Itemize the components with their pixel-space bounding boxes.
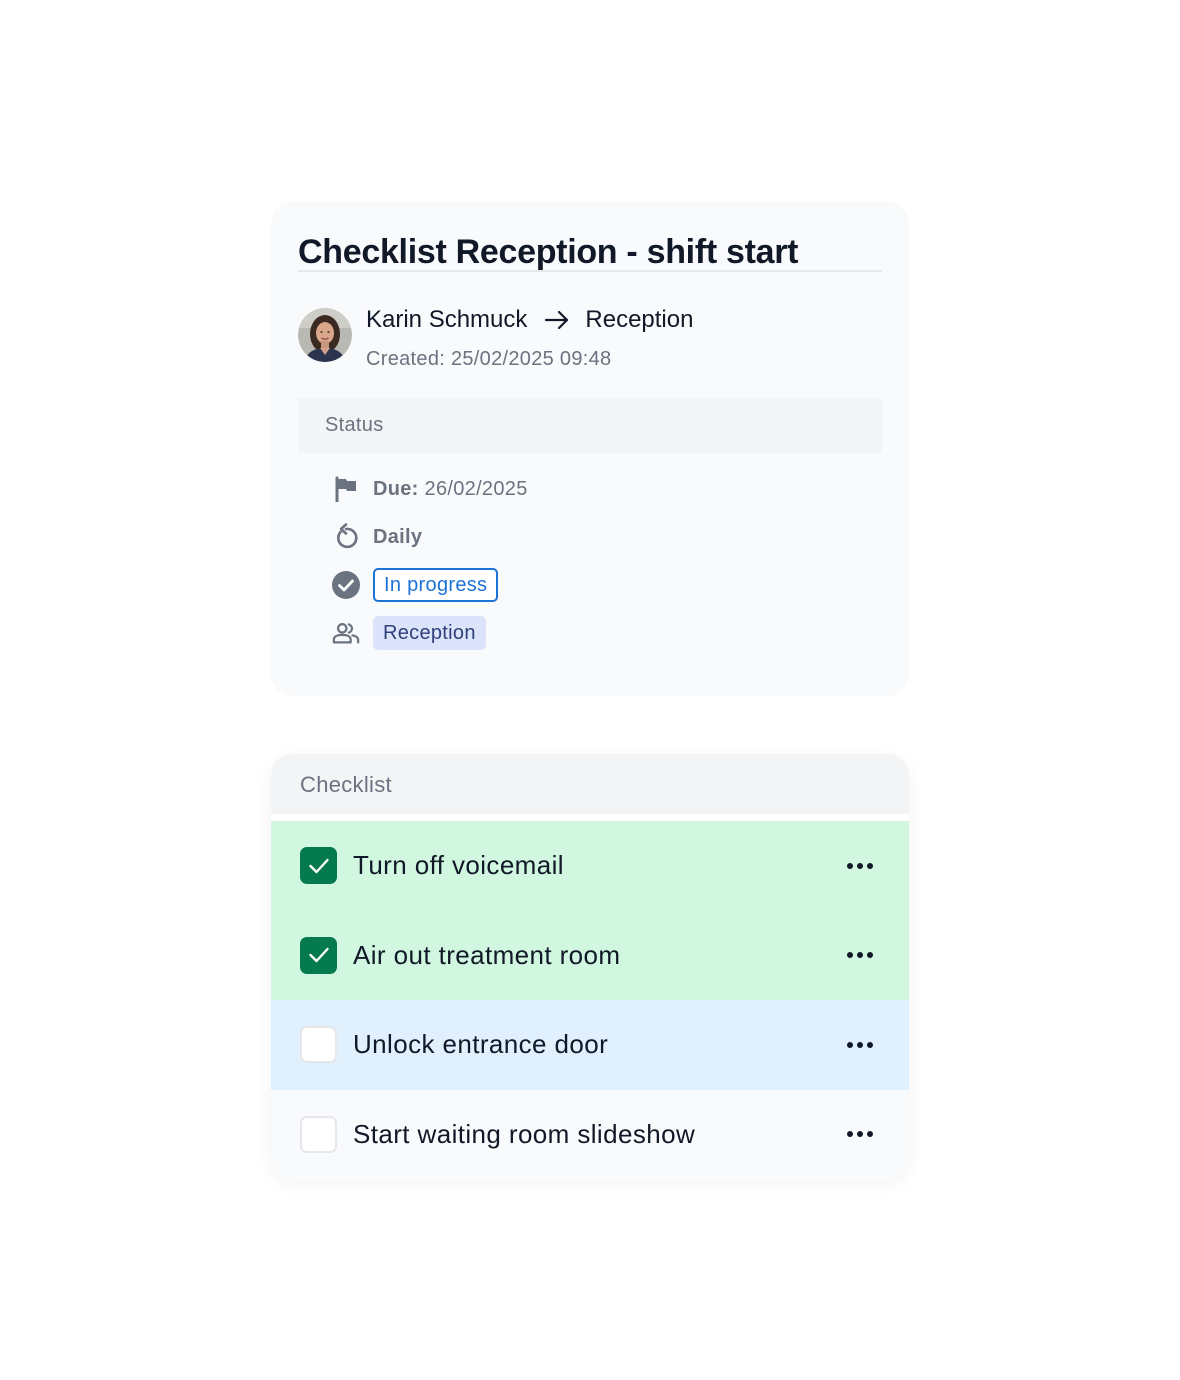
checkbox-checked[interactable] [300,847,337,885]
avatar[interactable] [298,308,352,362]
check-icon [308,948,329,963]
check-icon [308,858,329,873]
checklist-item[interactable]: Start waiting room slideshow [271,1089,909,1179]
checklist-item-label: Unlock entrance door [353,1029,609,1060]
checklist-item[interactable]: Air out treatment room [271,910,909,1000]
task-card: Checklist Reception - shift start Karin … [271,201,909,696]
checklist-item-label: Start waiting room slideshow [353,1118,696,1149]
status-badge[interactable]: In progress [373,568,499,602]
assignment-info: Karin Schmuck Reception Created: 25/02/2… [366,307,693,371]
repeat-icon [332,523,360,551]
due-date: Due: 26/02/2025 [373,478,528,501]
recurrence: Daily [373,525,423,548]
created-timestamp: Created: 25/02/2025 09:48 [366,348,612,370]
checklist-header: Checklist [271,754,909,814]
due-value: 26/02/2025 [424,477,528,500]
checklist-item[interactable]: Turn off voicemail [271,821,909,911]
status-row-team: Reception [332,609,882,657]
checkbox-unchecked[interactable] [300,1026,337,1064]
status-list: Due: 26/02/2025 Daily In progress Recept… [298,453,882,657]
checklist-item-label: Turn off voicemail [353,850,564,881]
status-row-due: Due: 26/02/2025 [332,465,882,513]
more-icon[interactable] [847,1041,873,1049]
due-label: Due: [373,477,419,500]
status-section-header: Status [298,398,882,453]
arrow-right-icon [543,308,571,332]
checklist-item[interactable]: Unlock entrance door [271,1000,909,1090]
assignee-name[interactable]: Karin Schmuck [366,308,527,332]
checkbox-checked[interactable] [300,936,337,974]
more-icon[interactable] [847,951,873,959]
target-name[interactable]: Reception [585,308,693,332]
people-icon [332,619,360,647]
status-row-recurrence: Daily [332,513,882,561]
flag-icon [332,475,360,503]
assignment-line: Karin Schmuck Reception [366,308,693,332]
more-icon[interactable] [847,1130,873,1138]
checkbox-unchecked[interactable] [300,1115,337,1153]
team-badge[interactable]: Reception [373,616,486,650]
assignment-row: Karin Schmuck Reception Created: 25/02/2… [298,307,882,370]
check-circle-icon [332,571,360,599]
page-title: Checklist Reception - shift start [298,233,799,271]
checklist-item-label: Air out treatment room [353,939,621,970]
checklist-card: Checklist Turn off voicemail Air out tre… [271,754,909,1180]
status-row-state: In progress [332,561,882,609]
more-icon[interactable] [847,862,873,870]
checklist-gap [271,814,909,821]
